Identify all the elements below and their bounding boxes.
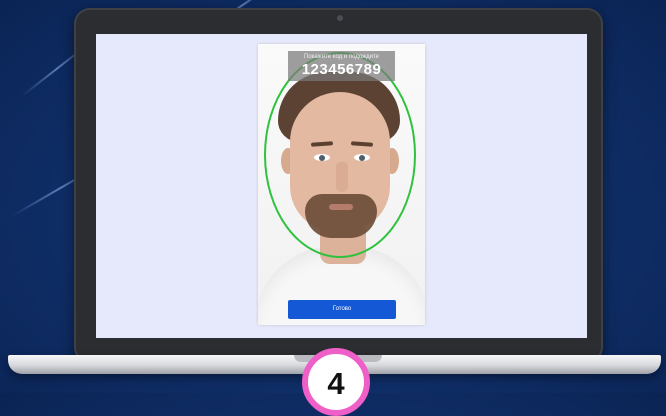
oval-face-frame-icon — [264, 52, 416, 258]
verification-code-value: 123456789 — [301, 61, 382, 78]
laptop-screen: Покажите код и подождите 123456789 Готов… — [96, 34, 587, 338]
step-number-badge: 4 — [302, 348, 370, 416]
verification-view: Покажите код и подождите 123456789 Готов… — [258, 44, 425, 325]
code-hint-text: Покажите код и подождите — [304, 54, 379, 60]
camera-dot-icon — [337, 15, 343, 21]
done-button[interactable]: Готово — [288, 300, 396, 319]
verification-code-box: Покажите код и подождите 123456789 — [288, 51, 395, 81]
